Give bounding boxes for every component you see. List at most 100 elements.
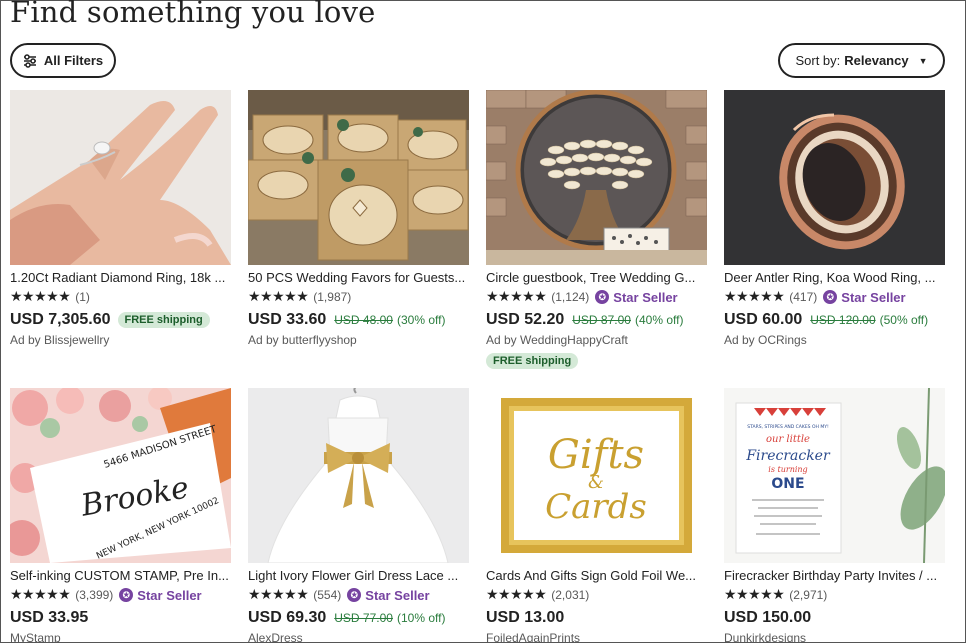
invite-name-text: Firecracker [745,448,831,464]
listing-price: USD 33.60 [248,311,327,328]
invite-age-text: ONE [771,476,804,492]
review-count: (3,399) [75,588,114,602]
invite-our-text: our little [766,434,810,445]
shop-name[interactable]: MyStamp [10,631,231,643]
shop-name[interactable]: FoiledAgainPrints [486,631,707,643]
shop-name[interactable]: Ad by WeddingHappyCraft [486,333,707,349]
listing-rating: ★★★★★ (1) [10,288,231,306]
review-count: (554) [313,588,342,602]
listing-card[interactable]: Light Ivory Flower Girl Dress Lace ... ★… [248,388,469,643]
discount-label: (50% off) [879,313,929,327]
shop-name[interactable]: Ad by OCRings [724,333,945,349]
discount-label: (40% off) [634,313,684,327]
shop-name[interactable]: Dunkirkdesigns [724,631,945,643]
listing-title[interactable]: Light Ivory Flower Girl Dress Lace ... [248,567,469,584]
shop-name[interactable]: Ad by Blissjewellry [10,333,231,349]
listing-rating: ★★★★★ (2,971) [724,586,945,604]
sort-dropdown[interactable]: Sort by: Relevancy ▼ [778,43,945,78]
free-shipping-badge: FREE shipping [486,353,579,369]
listing-image[interactable] [724,90,945,265]
listing-image[interactable] [248,388,469,563]
star-seller-label: Star Seller [841,289,906,305]
star-seller-icon: ✪ [823,290,838,304]
star-seller-label: Star Seller [613,289,678,305]
listing-price: USD 150.00 [724,609,812,626]
star-seller-icon: ✪ [119,588,134,602]
star-rating-icon: ★★★★★ [486,289,547,305]
listing-title[interactable]: Cards And Gifts Sign Gold Foil We... [486,567,707,584]
star-seller-label: Star Seller [365,587,430,603]
review-count: (1,987) [313,290,352,304]
listing-image[interactable] [248,90,469,265]
star-seller-icon: ✪ [595,290,610,304]
sign-cards-text: Cards [545,487,647,527]
listing-price: USD 52.20 [486,311,565,328]
discount-label: (30% off) [396,313,446,327]
shop-name[interactable]: AlexDress [248,631,469,643]
listing-price: USD 60.00 [724,311,803,328]
caret-down-icon: ▼ [918,55,928,66]
listing-price: USD 7,305.60 [10,311,111,328]
listing-image[interactable]: 5466 MADISON STREET Brooke NEW YORK, NEW… [10,388,231,563]
original-price: USD 77.00 [334,611,393,625]
review-count: (2,031) [551,588,590,602]
listing-card[interactable]: STARS, STRIPES AND CAKES OH MY! our litt… [724,388,945,643]
star-seller-label: Star Seller [137,587,202,603]
page-title: Find something you love [10,0,376,29]
star-rating-icon: ★★★★★ [486,587,547,603]
listing-price: USD 69.30 [248,609,327,626]
listing-title[interactable]: Self-inking CUSTOM STAMP, Pre In... [10,567,231,584]
star-rating-icon: ★★★★★ [248,587,309,603]
listing-title[interactable]: Circle guestbook, Tree Wedding G... [486,269,707,286]
listing-title[interactable]: 1.20Ct Radiant Diamond Ring, 18k ... [10,269,231,286]
invite-turning-text: is turning [768,465,807,474]
listing-card[interactable]: 1.20Ct Radiant Diamond Ring, 18k ... ★★★… [10,90,231,349]
star-seller-badge: ✪ Star Seller [119,587,202,603]
listing-price: USD 13.00 [486,609,565,626]
listing-image[interactable]: Gifts & Cards [486,388,707,563]
review-count: (417) [789,290,818,304]
listing-card[interactable]: Deer Antler Ring, Koa Wood Ring, ... ★★★… [724,90,945,349]
listing-image[interactable] [486,90,707,265]
filter-sliders-icon [23,53,36,68]
listing-rating: ★★★★★ (1,987) [248,288,469,306]
listing-image[interactable]: STARS, STRIPES AND CAKES OH MY! our litt… [724,388,945,563]
original-price: USD 120.00 [810,313,876,327]
star-rating-icon: ★★★★★ [248,289,309,305]
all-filters-button[interactable]: All Filters [10,43,116,78]
star-seller-icon: ✪ [347,588,362,602]
listing-title[interactable]: 50 PCS Wedding Favors for Guests... [248,269,469,286]
star-rating-icon: ★★★★★ [724,587,785,603]
original-price: USD 48.00 [334,313,393,327]
review-count: (1,124) [551,290,590,304]
listing-card[interactable]: 5466 MADISON STREET Brooke NEW YORK, NEW… [10,388,231,643]
all-filters-label: All Filters [43,53,104,68]
star-rating-icon: ★★★★★ [10,289,71,305]
listing-rating: ★★★★★ (554) ✪ Star Seller [248,586,469,604]
listing-title[interactable]: Deer Antler Ring, Koa Wood Ring, ... [724,269,945,286]
review-count: (2,971) [789,588,828,602]
listing-rating: ★★★★★ (3,399) ✪ Star Seller [10,586,231,604]
listing-rating: ★★★★★ (417) ✪ Star Seller [724,288,945,306]
original-price: USD 87.00 [572,313,631,327]
listing-rating: ★★★★★ (1,124) ✪ Star Seller [486,288,707,306]
listing-rating: ★★★★★ (2,031) [486,586,707,604]
star-rating-icon: ★★★★★ [724,289,785,305]
review-count: (1) [75,290,90,304]
listing-card[interactable]: Gifts & Cards Cards And Gifts Sign Gold … [486,388,707,643]
sort-prefix: Sort by: [795,53,841,68]
sort-value: Relevancy [844,53,909,68]
invite-top-text: STARS, STRIPES AND CAKES OH MY! [747,424,829,430]
listing-card[interactable]: Circle guestbook, Tree Wedding G... ★★★★… [486,90,707,369]
listing-image[interactable] [10,90,231,265]
star-seller-badge: ✪ Star Seller [595,289,678,305]
star-seller-badge: ✪ Star Seller [347,587,430,603]
shop-name[interactable]: Ad by butterflyyshop [248,333,469,349]
listing-title[interactable]: Firecracker Birthday Party Invites / ... [724,567,945,584]
listing-price: USD 33.95 [10,609,89,626]
listing-card[interactable]: 50 PCS Wedding Favors for Guests... ★★★★… [248,90,469,349]
free-shipping-badge: FREE shipping [117,312,210,328]
star-seller-badge: ✪ Star Seller [823,289,906,305]
discount-label: (10% off) [396,611,446,625]
star-rating-icon: ★★★★★ [10,587,71,603]
